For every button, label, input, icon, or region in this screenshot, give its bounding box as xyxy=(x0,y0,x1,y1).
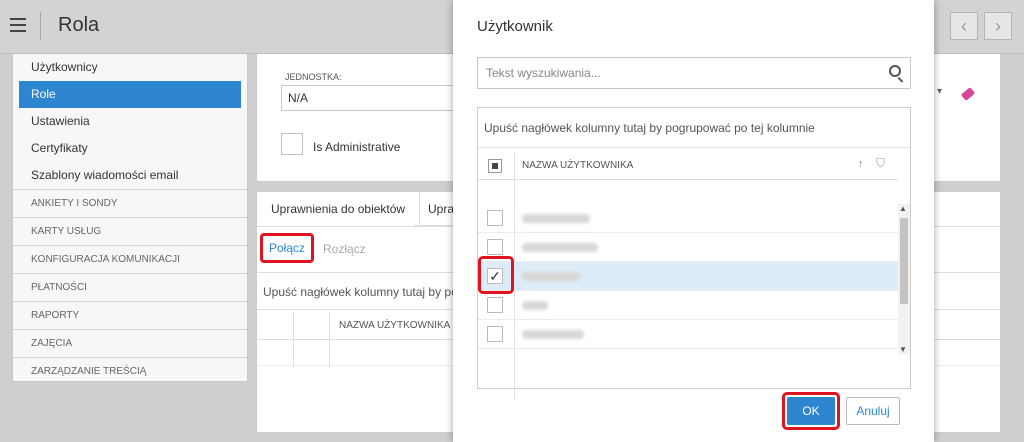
row-checkbox[interactable] xyxy=(487,210,503,226)
sidebar-section-communication[interactable]: KONFIGURACJA KOMUNIKACJI xyxy=(13,245,247,273)
is-administrative-checkbox[interactable] xyxy=(281,133,303,155)
sidebar-section-content[interactable]: ZARZĄDZANIE TREŚCIĄ xyxy=(13,357,247,385)
unit-field[interactable]: N/A xyxy=(281,85,477,111)
column-header-username[interactable]: NAZWA UŻYTKOWNIKA xyxy=(522,160,633,171)
chevron-up-icon[interactable]: ▲ xyxy=(899,204,907,213)
group-by-hint: Upuść nagłówek kolumny tutaj by pogrupow… xyxy=(478,108,910,148)
row-checkbox[interactable] xyxy=(487,326,503,342)
sidebar-item-roles[interactable]: Role xyxy=(19,81,241,108)
connect-button[interactable]: Połącz xyxy=(260,233,315,263)
user-grid: Upuść nagłówek kolumny tutaj by pogrupow… xyxy=(477,107,911,400)
table-row[interactable] xyxy=(478,291,898,320)
user-dialog: Użytkownik Upuść nagłówek kolumny tutaj … xyxy=(453,0,934,442)
username-redacted xyxy=(522,214,590,223)
chevron-right-icon[interactable]: › xyxy=(984,12,1012,40)
search-icon[interactable] xyxy=(889,65,901,77)
dialog-title: Użytkownik xyxy=(477,18,553,35)
disconnect-button[interactable]: Rozłącz xyxy=(323,242,366,256)
sidebar-item-email-templates[interactable]: Szablony wiadomości email xyxy=(13,162,247,189)
chevron-left-icon[interactable]: ‹ xyxy=(950,12,978,40)
search-input[interactable] xyxy=(477,57,911,89)
sidebar-section-payments[interactable]: PŁATNOŚCI xyxy=(13,273,247,301)
chevron-down-icon[interactable]: ▼ xyxy=(899,345,907,354)
sidebar-section-surveys[interactable]: ANKIETY I SONDY xyxy=(13,189,247,217)
sort-icon[interactable]: ↑ xyxy=(858,158,864,170)
table-row[interactable] xyxy=(478,320,898,349)
username-redacted xyxy=(522,330,584,339)
table-row[interactable]: ✓ xyxy=(478,262,898,291)
scrollbar[interactable]: ▲ ▼ xyxy=(898,204,910,354)
tab-object-permissions[interactable]: Uprawnienia do obiektów xyxy=(257,192,421,226)
scrollbar-thumb[interactable] xyxy=(900,218,908,304)
table-row[interactable] xyxy=(478,204,898,233)
eraser-icon[interactable] xyxy=(960,87,976,101)
sidebar-item-users[interactable]: Użytkownicy xyxy=(13,54,247,81)
page-title: Rola xyxy=(58,14,100,36)
is-administrative-label: Is Administrative xyxy=(313,140,401,154)
filter-icon[interactable]: ⛉ xyxy=(876,156,885,171)
username-redacted xyxy=(522,243,598,252)
row-checkbox[interactable] xyxy=(487,297,503,313)
cancel-button[interactable]: Anuluj xyxy=(846,397,900,425)
divider xyxy=(40,12,41,40)
sidebar: Użytkownicy Role Ustawienia Certyfikaty … xyxy=(12,54,248,382)
menu-icon[interactable] xyxy=(10,18,26,32)
dropdown-arrow-icon[interactable]: ▾ xyxy=(937,86,942,97)
column-header-username[interactable]: NAZWA UŻYTKOWNIKA xyxy=(339,320,450,331)
sidebar-section-reports[interactable]: RAPORTY xyxy=(13,301,247,329)
table-row[interactable] xyxy=(478,233,898,262)
sidebar-item-certificates[interactable]: Certyfikaty xyxy=(13,135,247,162)
sidebar-section-classes[interactable]: ZAJĘCIA xyxy=(13,329,247,357)
highlight-marker xyxy=(782,392,840,430)
grid-header: NAZWA UŻYTKOWNIKA ↑ ⛉ xyxy=(478,152,898,180)
username-redacted xyxy=(522,272,580,281)
sidebar-section-service-cards[interactable]: KARTY USŁUG xyxy=(13,217,247,245)
username-redacted xyxy=(522,301,548,310)
select-all-checkbox[interactable] xyxy=(488,159,502,173)
row-checkbox[interactable] xyxy=(487,239,503,255)
sidebar-item-settings[interactable]: Ustawienia xyxy=(13,108,247,135)
unit-label: JEDNOSTKA: xyxy=(285,72,342,82)
highlight-marker xyxy=(478,256,514,294)
